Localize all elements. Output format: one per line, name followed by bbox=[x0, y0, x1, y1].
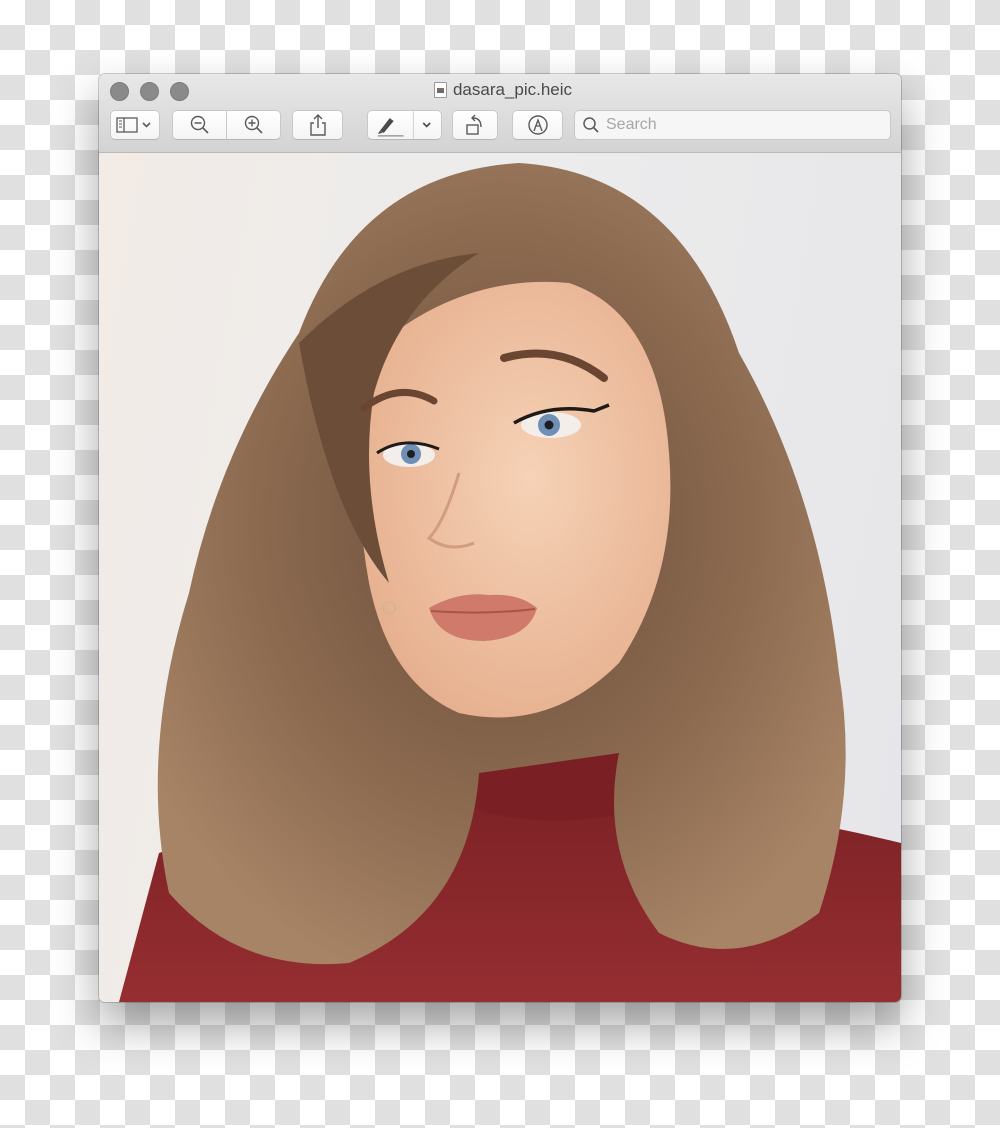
zoom-out-icon bbox=[190, 115, 209, 134]
toolbar bbox=[99, 110, 901, 142]
face bbox=[359, 281, 671, 718]
image-file-icon bbox=[433, 82, 447, 98]
zoom-in-icon bbox=[244, 115, 263, 134]
search-field[interactable] bbox=[574, 110, 891, 140]
chevron-down-icon bbox=[422, 122, 431, 128]
preview-window: dasara_pic.heic bbox=[99, 74, 901, 1002]
highlighter-pen-icon bbox=[377, 118, 404, 137]
markup-pen-button[interactable] bbox=[367, 110, 442, 140]
rotate-left-icon bbox=[466, 114, 482, 135]
chevron-down-icon bbox=[142, 122, 151, 128]
window-title-text: dasara_pic.heic bbox=[452, 80, 573, 99]
portrait-photo bbox=[119, 163, 901, 1002]
search-input[interactable] bbox=[606, 116, 876, 134]
markup-toolbar-button[interactable] bbox=[512, 110, 563, 140]
image-canvas[interactable] bbox=[99, 153, 901, 1002]
search-icon bbox=[583, 117, 599, 133]
markup-circle-icon bbox=[527, 115, 548, 135]
title-bar[interactable]: dasara_pic.heic bbox=[99, 74, 901, 153]
zoom-out-button[interactable] bbox=[172, 110, 227, 140]
window-title: dasara_pic.heic bbox=[99, 80, 901, 100]
zoom-in-button[interactable] bbox=[227, 110, 281, 140]
sidebar-icon bbox=[116, 117, 151, 133]
rotate-button[interactable] bbox=[452, 110, 498, 140]
share-button[interactable] bbox=[292, 110, 343, 140]
sidebar-toggle-button[interactable] bbox=[110, 110, 160, 140]
share-icon bbox=[309, 114, 326, 136]
